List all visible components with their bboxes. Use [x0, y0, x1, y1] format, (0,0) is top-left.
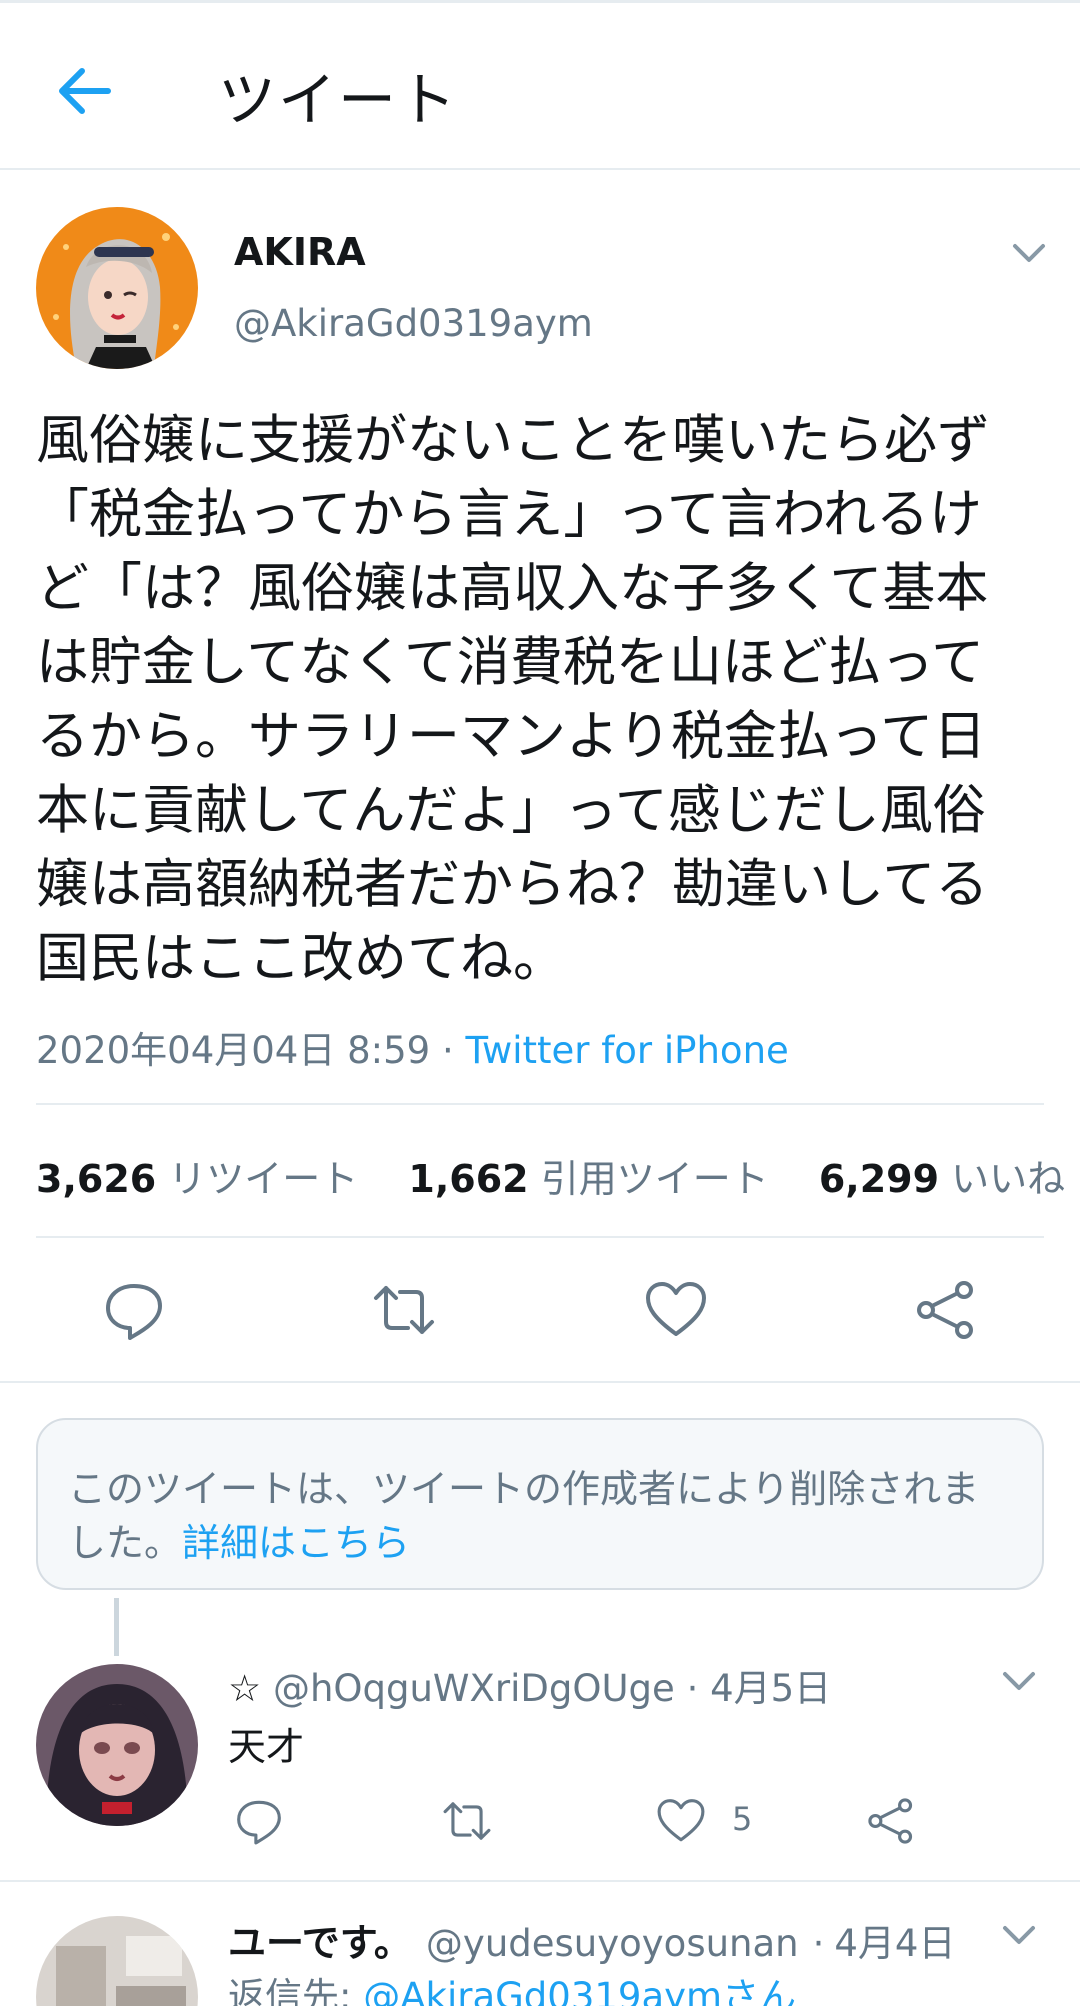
tweet-meta: 2020年04月04日 8:59 · Twitter for iPhone: [36, 1020, 789, 1074]
meta-dot: ·: [686, 1667, 699, 1710]
reply-author-handle[interactable]: @yudesuyoyosunan: [426, 1922, 799, 1965]
reply-text: 天才: [228, 1725, 305, 1769]
like-heart-icon[interactable]: [644, 1278, 708, 1342]
chevron-down-icon[interactable]: [1009, 238, 1049, 268]
deleted-tweet-notice: このツイートは、ツイートの作成者により削除されました。詳細はこちら: [36, 1418, 1044, 1590]
share-icon[interactable]: [914, 1278, 978, 1342]
reply-date: 4月4日: [834, 1922, 956, 1965]
divider: [0, 1880, 1080, 1882]
reply-icon[interactable]: [102, 1278, 166, 1342]
reply-header: ユーです。 @yudesuyoyosunan · 4月4日: [228, 1912, 955, 1967]
reply-author-handle[interactable]: @hOqguWXriDgOUge: [273, 1667, 675, 1710]
divider: [36, 1103, 1044, 1105]
divider: [36, 1236, 1044, 1238]
tweet-line: 「税金払ってから言え」って言われるけ: [36, 484, 983, 545]
retweet-count[interactable]: 3,626: [36, 1157, 156, 1201]
reply-date: 4月5日: [710, 1667, 832, 1710]
retweet-icon[interactable]: [372, 1278, 436, 1342]
tweet-stats: 3,626 リツイート 1,662 引用ツイート 6,299 いいね: [36, 1148, 1080, 1203]
reply-icon[interactable]: [234, 1796, 284, 1846]
author-avatar[interactable]: [36, 207, 198, 369]
divider: [0, 1381, 1080, 1383]
retweet-icon[interactable]: [442, 1796, 492, 1846]
tweet-line: ど「は？風俗嬢は高収入な子多くて基本: [36, 558, 989, 619]
tweet-line: るから。サラリーマンより税金払って日: [36, 706, 987, 767]
reply-header: ☆ @hOqguWXriDgOUge · 4月5日: [228, 1658, 831, 1712]
reply-author-name[interactable]: ユーです。: [228, 1921, 412, 1965]
like-count[interactable]: 6,299: [819, 1157, 939, 1201]
tweet-timestamp: 2020年04月04日 8:59: [36, 1029, 431, 1072]
tweet-line: は貯金してなくて消費税を山ほど払って: [36, 632, 985, 693]
reply-avatar[interactable]: [36, 1916, 198, 2006]
chevron-down-icon[interactable]: [999, 1666, 1039, 1696]
reply-to-line: 返信先: @AkiraGd0319aymさん: [228, 1966, 796, 2006]
reply-avatar[interactable]: [36, 1664, 198, 1826]
author-handle[interactable]: @AkiraGd0319aym: [234, 302, 593, 345]
meta-dot: ·: [812, 1922, 825, 1965]
reply-to-link[interactable]: @AkiraGd0319aymさん: [363, 1975, 796, 2006]
reply-to-prefix: 返信先:: [228, 1975, 364, 2006]
deleted-details-link[interactable]: 詳細はこちら: [182, 1521, 410, 1565]
page-title: ツイート: [218, 66, 459, 134]
like-label[interactable]: いいね: [951, 1157, 1065, 1201]
tweet-line: 嬢は高額納税者だからね？勘違いしてる: [36, 854, 989, 915]
thread-connector: [114, 1598, 119, 1656]
tweet-line: 国民はここ改めてね。: [36, 928, 566, 989]
retweet-label[interactable]: リツイート: [168, 1157, 358, 1201]
top-bar: ツイート: [0, 0, 1080, 170]
like-heart-icon[interactable]: [656, 1796, 706, 1846]
share-icon[interactable]: [866, 1796, 916, 1846]
reply-like-count: 5: [732, 1800, 753, 1838]
reply-author-name[interactable]: ☆: [228, 1667, 261, 1710]
tweet-text: 風俗嬢に支援がないことを嘆いたら必ず 「税金払ってから言え」って言われるけ ど「…: [36, 404, 1046, 996]
chevron-down-icon[interactable]: [999, 1920, 1039, 1950]
author-name[interactable]: AKIRA: [234, 230, 366, 274]
back-arrow-icon[interactable]: [54, 61, 114, 121]
tweet-line: 本に貢献してんだよ」って感じだし風俗: [36, 780, 986, 841]
tweet-line: 風俗嬢に支援がないことを嘆いたら必ず: [36, 410, 990, 471]
quote-label[interactable]: 引用ツイート: [541, 1157, 769, 1201]
tweet-source-link[interactable]: Twitter for iPhone: [465, 1029, 788, 1072]
quote-count[interactable]: 1,662: [408, 1157, 528, 1201]
meta-separator: ·: [430, 1029, 466, 1072]
